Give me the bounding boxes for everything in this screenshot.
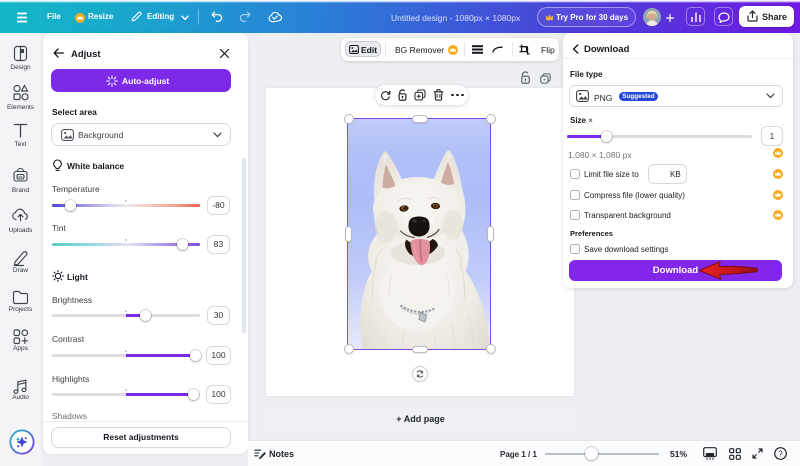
svg-text:?: ? [778, 449, 783, 458]
